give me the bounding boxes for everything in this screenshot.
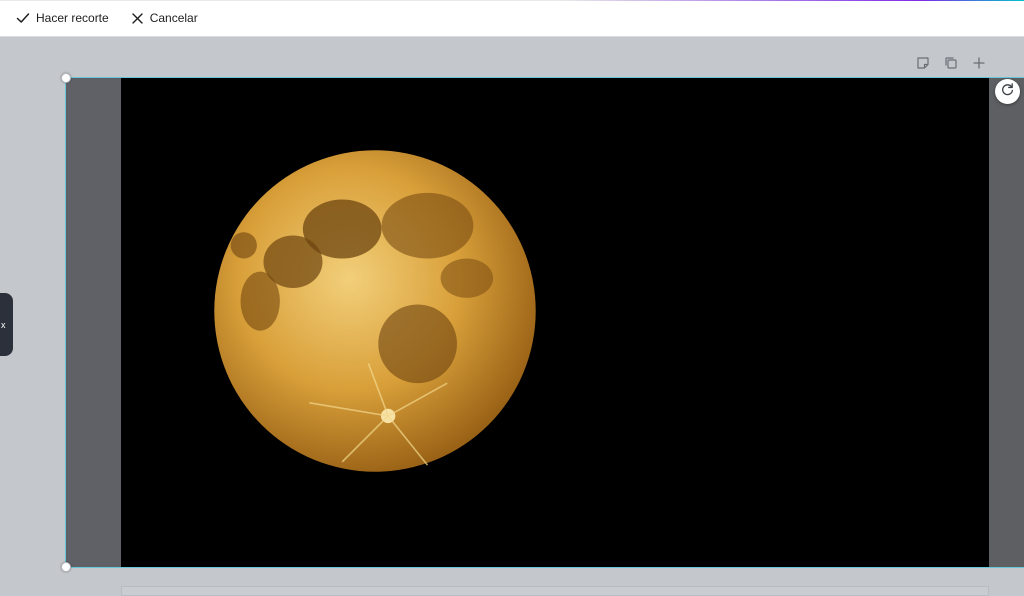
apply-crop-button[interactable]: Hacer recorte <box>14 4 111 32</box>
page-actions <box>916 56 986 70</box>
note-icon[interactable] <box>916 56 930 70</box>
moon-graphic <box>214 150 536 472</box>
crop-toolbar: Hacer recorte Cancelar <box>0 0 1024 37</box>
cancel-crop-label: Cancelar <box>149 11 198 25</box>
cancel-crop-button[interactable]: Cancelar <box>129 4 200 32</box>
crop-handle-bottom-left[interactable] <box>61 562 71 572</box>
side-panel-toggle-label: x <box>1 319 6 330</box>
add-page-icon[interactable] <box>972 56 986 70</box>
moon-image[interactable] <box>121 78 989 567</box>
next-page-preview[interactable] <box>121 586 989 596</box>
crop-handle-top-left[interactable] <box>61 73 71 83</box>
duplicate-page-icon[interactable] <box>944 56 958 70</box>
apply-crop-label: Hacer recorte <box>36 11 109 25</box>
check-icon <box>16 11 30 25</box>
crop-margin-right <box>989 78 1024 567</box>
rotate-button[interactable] <box>995 79 1020 104</box>
rotate-icon <box>1000 82 1015 102</box>
side-panel-toggle[interactable]: x <box>0 293 13 356</box>
close-icon <box>131 12 144 25</box>
